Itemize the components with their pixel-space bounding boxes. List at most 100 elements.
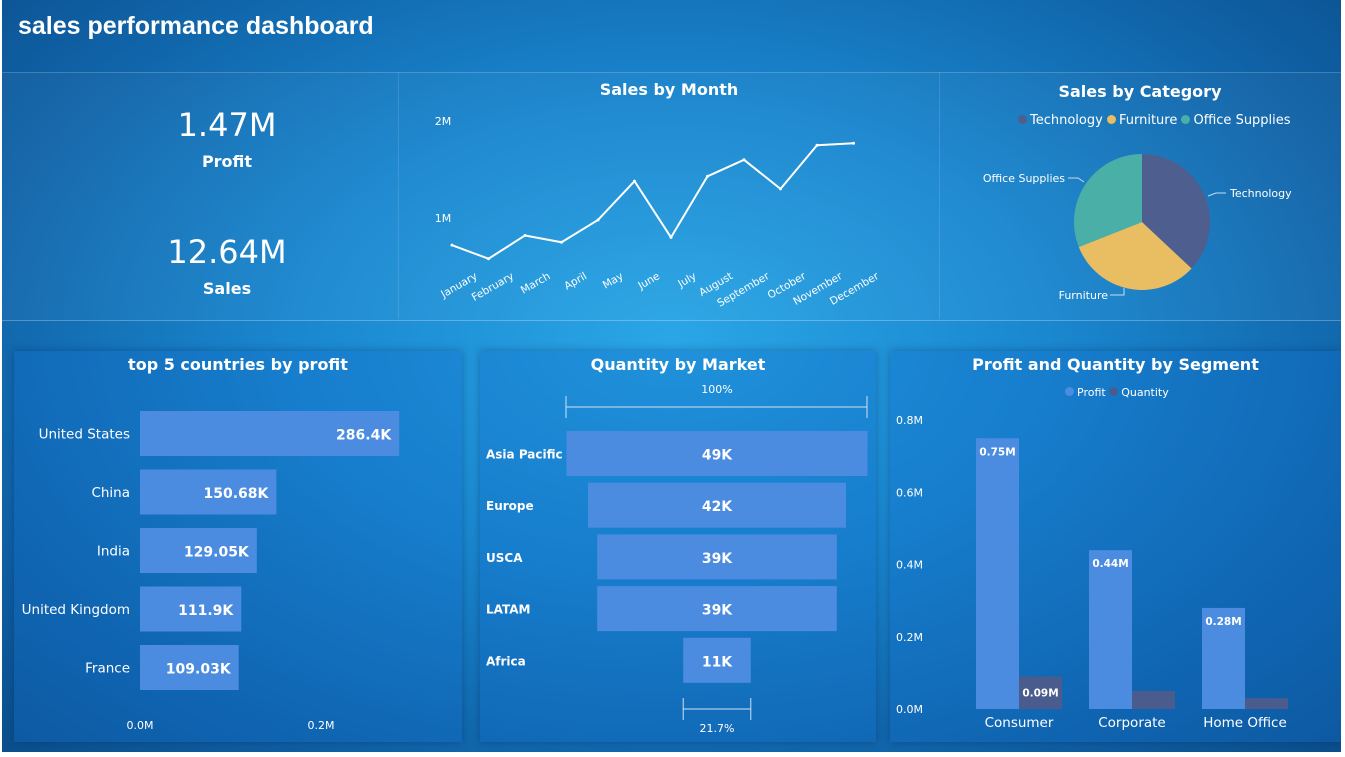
y-tick-label: 0.0M [896,703,923,716]
legend-label: Office Supplies [1193,113,1291,128]
x-tick-label: April [562,270,589,292]
line-point [487,257,490,261]
quantity-bar [1245,698,1288,709]
y-tick-label: 0.8M [896,414,923,427]
y-tick-label: 0.6M [896,486,923,499]
category-label: France [85,661,130,677]
data-label: 286.4K [336,428,392,444]
y-tick-label: 0.2M [896,631,923,644]
data-label: 0.28M [1205,616,1241,628]
leader-line [1110,288,1125,296]
data-label: 0.44M [1092,558,1128,570]
data-label: 129.05K [184,545,250,561]
data-label: 111.9K [178,603,234,619]
quantity-bar [1132,690,1175,709]
x-tick-label: June [635,270,662,292]
category-label: USCA [486,551,523,565]
x-tick-label: March [519,270,553,296]
dashboard: sales performance dashboard 1.47M Profit… [2,0,1341,752]
sales-by-month-chart[interactable]: 2M1MJanuaryFebruary March April May June July… [399,100,939,310]
legend-dot-icon [1109,387,1119,396]
sales-by-category-chart[interactable]: Technology Furniture Office Supplies [940,140,1340,315]
y-tick-label: 0.4M [896,559,923,572]
category-label: LATAM [486,603,530,617]
line-point [852,141,855,145]
data-label: 0.09M [1022,688,1058,700]
legend-dot-icon [1106,115,1116,124]
category-label: United Kingdom [22,602,130,618]
countries-chart-title: top 5 countries by profit [128,355,348,374]
line-point [742,158,746,162]
data-label: 11K [702,654,733,670]
line-point [596,218,600,222]
data-label: 42K [702,499,733,515]
line-point [560,240,563,244]
category-label: Europe [486,499,534,513]
line-point [706,174,709,178]
legend-label: Furniture [1118,113,1178,128]
legend-item-quantity[interactable]: Quantity [1109,386,1169,399]
data-label: 39K [702,551,733,567]
range-bracket [682,698,752,720]
legend-label: Technology [1030,113,1103,128]
segment-chart[interactable]: 0.8M 0.6M 0.4M 0.2M 0.0M 0.75M 0.09M Consumer 0.… [890,400,1341,740]
sales-line [451,142,854,260]
segment-chart-title: Profit and Quantity by Segment [972,355,1259,374]
pie-chart-title: Sales by Category [1058,82,1222,101]
leader-line [1068,177,1085,183]
legend-item-furniture[interactable]: Furniture [1106,113,1178,128]
range-bracket [565,396,868,418]
category-label: China [91,485,130,501]
pie-legend: Technology Furniture Office Supplies [1018,113,1291,128]
legend-dot-icon [1018,115,1027,124]
category-label: United States [39,427,130,443]
line-point [779,187,782,191]
legend-item-technology[interactable]: Technology [1018,113,1103,128]
y-tick-label: 2M [435,115,452,128]
kpi-sales-label: Sales [202,279,252,298]
y-tick-label: 1M [435,212,452,225]
x-tick-label: 0.0M [127,719,154,732]
countries-profit-chart[interactable]: United States 286.4K China 150.68K India 129.… [14,380,462,740]
percent-label: 21.7% [700,722,735,735]
kpi-sales-value: 12.64M [167,233,287,271]
line-point [633,179,636,183]
legend-item-office-supplies[interactable]: Office Supplies [1181,113,1291,128]
category-label: India [97,544,130,560]
profit-bar [1089,550,1132,709]
x-tick-label: February [470,270,516,304]
x-tick-label: 0.2M [308,719,335,732]
segment-legend: Profit Quantity [1065,386,1169,399]
x-tick-label: May [601,270,626,291]
pie-label: Office Supplies [983,172,1065,185]
data-label: 39K [702,603,733,619]
legend-item-profit[interactable]: Profit [1065,386,1106,399]
pie-label: Furniture [1059,289,1109,302]
data-label: 150.68K [203,486,269,502]
category-label: Asia Pacific [486,448,563,462]
legend-dot-icon [1181,115,1191,124]
percent-label: 100% [701,383,732,396]
line-chart-title: Sales by Month [599,80,739,99]
line-point [523,233,527,237]
pie-label: Technology [1229,187,1292,200]
category-label: Home Office [1203,715,1287,731]
kpi-profit-label: Profit [201,152,253,171]
quantity-by-market-chart[interactable]: 100% Asia Pacific 49K Europe 42K USCA 39K LATAM… [480,378,876,740]
data-label: 0.75M [979,446,1015,458]
profit-bar [976,438,1019,709]
line-point [450,243,454,247]
funnel-chart-title: Quantity by Market [590,355,766,374]
line-point [669,235,673,239]
data-label: 109.03K [166,662,232,678]
kpi-profit-value: 1.47M [177,106,277,144]
category-label: Consumer [985,715,1054,731]
page-title: sales performance dashboard [18,12,374,40]
legend-label: Quantity [1121,386,1169,399]
category-label: Corporate [1098,715,1166,731]
x-tick-label: July [675,270,698,290]
legend-dot-icon [1065,387,1074,396]
data-label: 49K [702,448,733,464]
legend-label: Profit [1077,386,1106,399]
line-point [815,143,819,147]
